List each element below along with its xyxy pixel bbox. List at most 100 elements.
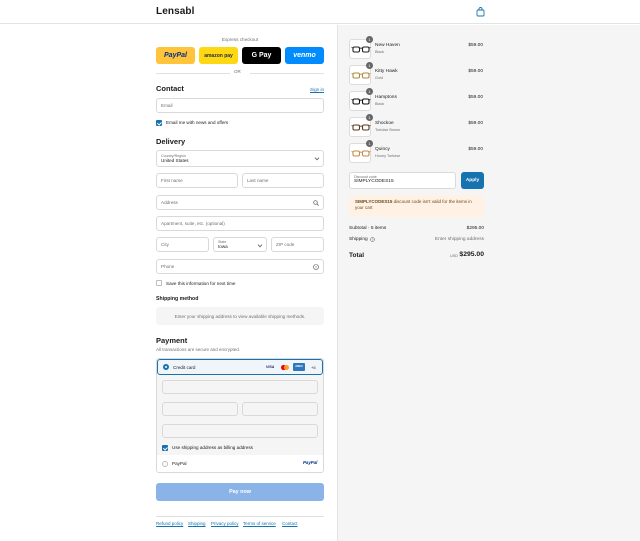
quantity-badge: 1 xyxy=(366,114,373,121)
card-details-form: Use shipping address as billing address xyxy=(157,375,323,455)
delivery-heading: Delivery xyxy=(156,137,186,146)
amex-icon: AMEX xyxy=(293,363,305,371)
item-variant: Honey Tortoise xyxy=(375,154,401,158)
paypal-radio[interactable] xyxy=(162,461,168,467)
city-placeholder: City xyxy=(161,242,169,247)
city-field[interactable]: City xyxy=(156,237,209,252)
shipping-method-heading: Shipping method xyxy=(156,296,199,302)
eyeglasses-icon xyxy=(351,46,371,53)
shipping-row: Shipping ? Enter shipping address xyxy=(349,237,484,242)
phone-field[interactable]: Phone ? xyxy=(156,259,324,274)
privacy-policy-link[interactable]: Privacy policy xyxy=(211,521,239,526)
credit-card-label: Credit card xyxy=(173,365,196,370)
security-code-field[interactable] xyxy=(242,402,318,416)
item-name: Quincy xyxy=(375,147,390,152)
subtotal-value: $295.00 xyxy=(466,226,484,231)
item-price: $59.00 xyxy=(468,95,483,100)
save-info-checkbox[interactable] xyxy=(156,280,162,286)
express-checkout-label: Express checkout xyxy=(221,37,259,42)
billing-address-label: Use shipping address as billing address xyxy=(172,445,253,450)
more-cards-count: +5 xyxy=(311,365,316,370)
paypal-option-label[interactable]: PayPal xyxy=(172,461,187,466)
help-icon[interactable]: ? xyxy=(370,237,375,242)
discount-code-value: SIMPLYCODES15 xyxy=(354,179,394,184)
address-placeholder: Address xyxy=(161,200,178,205)
item-price: $59.00 xyxy=(468,43,483,48)
item-variant: Black xyxy=(375,102,385,106)
first-name-placeholder: First name xyxy=(161,178,183,183)
card-number-field[interactable] xyxy=(162,380,318,394)
quantity-badge: 1 xyxy=(366,36,373,43)
google-pay-button[interactable]: G Pay xyxy=(242,47,281,64)
first-name-field[interactable]: First name xyxy=(156,173,238,188)
terms-of-service-link[interactable]: Terms of service xyxy=(243,521,276,526)
contact-link[interactable]: Contact xyxy=(282,521,298,526)
paypal-express-label: PayPal xyxy=(164,52,187,59)
item-name: Shockoe xyxy=(375,121,394,126)
item-name: Kitty Hawk xyxy=(375,69,398,74)
google-pay-label: G Pay xyxy=(251,52,272,59)
total-label: Total xyxy=(349,252,365,259)
last-name-field[interactable]: Last name xyxy=(242,173,324,188)
search-icon xyxy=(313,200,319,206)
venmo-button[interactable]: venmo xyxy=(285,47,324,64)
credit-card-option[interactable]: Credit card VISA AMEX +5 xyxy=(157,359,323,375)
credit-card-radio[interactable] xyxy=(163,364,169,370)
name-on-card-field[interactable] xyxy=(162,424,318,438)
shipping-value: Enter shipping address xyxy=(434,237,484,242)
paypal-logo-icon: PayPal xyxy=(303,460,318,465)
visa-icon: VISA xyxy=(266,365,275,369)
chevron-down-icon xyxy=(257,242,263,248)
country-value: United States xyxy=(161,158,189,163)
apply-discount-button[interactable]: Apply xyxy=(461,172,484,189)
shopping-bag-icon[interactable] xyxy=(476,7,485,17)
cart-item: 1 Hamptons Black $59.00 xyxy=(349,88,483,115)
discount-warning: SIMPLYCODES15 discount code isn't valid … xyxy=(349,195,484,217)
state-select[interactable]: State Iowa xyxy=(213,237,267,252)
item-price: $59.00 xyxy=(468,69,483,74)
paypal-express-button[interactable]: PayPal xyxy=(156,47,195,64)
quantity-badge: 1 xyxy=(366,88,373,95)
save-info-label: Save this information for next time xyxy=(166,281,236,286)
news-offers-checkbox[interactable] xyxy=(156,120,162,126)
email-placeholder: Email xyxy=(161,103,173,108)
state-value: Iowa xyxy=(218,244,228,249)
phone-placeholder: Phone xyxy=(161,264,175,269)
quantity-badge: 1 xyxy=(366,140,373,147)
country-select[interactable]: Country/Region United States xyxy=(156,150,324,167)
cart-item: 1 Kitty Hawk Gold $59.00 xyxy=(349,62,483,89)
chevron-down-icon xyxy=(314,155,320,161)
top-header: Lensabl xyxy=(0,0,640,24)
eyeglasses-icon xyxy=(351,98,371,105)
shipping-label: Shipping xyxy=(349,237,368,242)
item-variant: Black xyxy=(375,50,385,54)
pay-now-button[interactable]: Pay now xyxy=(156,483,324,501)
zip-code-field[interactable]: ZIP code xyxy=(271,237,324,252)
expiration-date-field[interactable] xyxy=(162,402,238,416)
zip-placeholder: ZIP code xyxy=(276,242,295,247)
help-icon[interactable]: ? xyxy=(313,264,319,270)
payment-options: Credit card VISA AMEX +5 Use shipping ad… xyxy=(156,358,324,473)
total-row: Total $295.00 USD xyxy=(349,251,484,261)
shipping-link[interactable]: Shipping xyxy=(188,521,206,526)
venmo-label: venmo xyxy=(293,52,316,59)
subtotal-label: Subtotal · 5 items xyxy=(349,226,387,231)
cart-item: 1 Quincy Honey Tortoise $59.00 xyxy=(349,140,483,167)
address-field[interactable]: Address xyxy=(156,195,324,210)
cart-item: 1 Shockoe Tortoise Brown $59.00 xyxy=(349,114,483,141)
or-divider: OR xyxy=(156,69,324,77)
amazon-pay-button[interactable]: amazon pay xyxy=(199,47,238,64)
last-name-placeholder: Last name xyxy=(247,178,269,183)
brand-logo[interactable]: Lensabl xyxy=(156,6,195,17)
apartment-field[interactable]: Apartment, suite, etc. (optional) xyxy=(156,216,324,231)
email-field[interactable]: Email xyxy=(156,98,324,113)
eyeglasses-icon xyxy=(351,72,371,79)
amazon-pay-label: amazon pay xyxy=(204,52,233,59)
sign-in-link[interactable]: Sign in xyxy=(310,87,324,92)
total-value: $295.00 xyxy=(459,251,484,258)
discount-code-field[interactable]: Discount code SIMPLYCODES15 xyxy=(349,172,456,189)
refund-policy-link[interactable]: Refund policy xyxy=(156,521,183,526)
item-name: Hamptons xyxy=(375,95,397,100)
item-variant: Gold xyxy=(375,76,384,80)
billing-address-checkbox[interactable] xyxy=(162,445,168,451)
